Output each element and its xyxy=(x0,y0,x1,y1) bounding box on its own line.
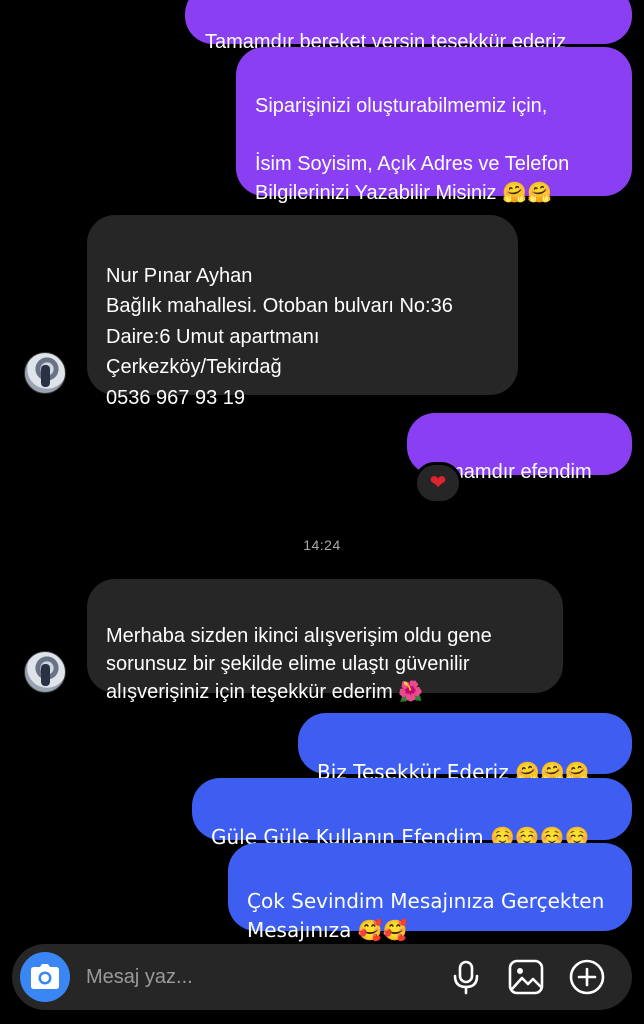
plus-circle-icon[interactable] xyxy=(569,959,605,995)
message-text: Nur Pınar Ayhan Bağlık mahallesi. Otoban… xyxy=(106,264,453,409)
microphone-icon[interactable] xyxy=(448,959,484,995)
message-input[interactable]: Mesaj yaz... xyxy=(86,944,193,1010)
message-text: Çok Sevindim Mesajınıza Gerçekten Mesajı… xyxy=(247,889,605,942)
incoming-message[interactable]: Merhaba sizden ikinci alışverişim oldu g… xyxy=(87,579,563,703)
outgoing-message[interactable]: Biz Teşekkür Ederiz 🤗🤗🤗 xyxy=(298,713,632,784)
gallery-icon[interactable] xyxy=(508,959,544,995)
message-composer: Mesaj yaz... xyxy=(12,944,632,1010)
outgoing-message[interactable]: Siparişinizi oluşturabilmemiz için, İsim… xyxy=(236,47,632,204)
message-text: Siparişinizi oluşturabilmemiz için, İsim… xyxy=(255,95,570,204)
outgoing-message[interactable]: Çok Sevindim Mesajınıza Gerçekten Mesajı… xyxy=(228,843,632,942)
contact-avatar[interactable] xyxy=(24,352,66,394)
timestamp: 14:24 xyxy=(303,537,341,553)
contact-avatar[interactable] xyxy=(24,651,66,693)
camera-icon xyxy=(31,964,59,989)
outgoing-message[interactable]: Güle Güle Kullanın Efendim ☺️☺️☺️☺️ xyxy=(192,778,632,849)
incoming-message[interactable]: Nur Pınar Ayhan Bağlık mahallesi. Otoban… xyxy=(87,215,518,409)
camera-button[interactable] xyxy=(20,952,70,1002)
message-text: Merhaba sizden ikinci alışverişim oldu g… xyxy=(106,625,492,703)
message-reaction[interactable]: ❤ xyxy=(414,462,462,504)
outgoing-message[interactable]: Tamamdır bereket versin teşekkür ederiz xyxy=(185,0,632,53)
heart-reaction-icon: ❤ xyxy=(429,472,447,494)
